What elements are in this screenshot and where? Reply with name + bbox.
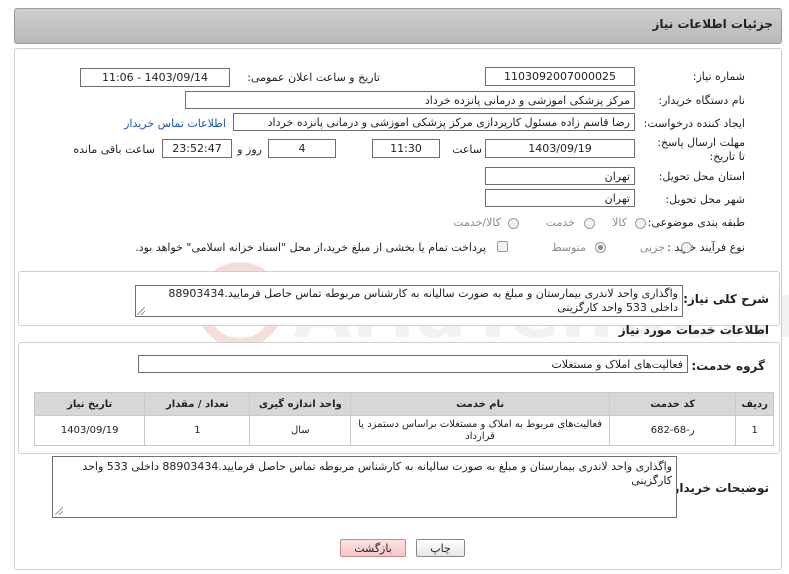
col-header-date: تاریخ نیاز xyxy=(33,392,146,416)
announce-datetime-field: 1403/09/14 - 11:06 xyxy=(80,68,230,87)
deadline-date-field: 1403/09/19 xyxy=(485,139,635,158)
summary-label: شرح کلی نیاز: xyxy=(683,292,769,306)
col-header-name: نام خدمت xyxy=(350,392,611,416)
province-field: تهران xyxy=(485,167,635,185)
payment-checkbox[interactable] xyxy=(497,241,508,252)
category-radio-goods[interactable] xyxy=(635,218,646,229)
services-table: ردیف کد خدمت نام خدمت واحد اندازه گیری ت… xyxy=(33,392,774,446)
announce-label: تاریخ و ساعت اعلان عمومی: xyxy=(247,71,380,84)
col-header-row: ردیف xyxy=(735,392,774,416)
col-header-code: کد خدمت xyxy=(609,392,737,416)
deadline-label: مهلت ارسال پاسخ: تا تاریخ: xyxy=(657,136,745,163)
need-number-field: 1103092007000025 xyxy=(485,67,635,86)
cell-unit: سال xyxy=(249,415,352,446)
creator-label: ایجاد کننده درخواست: xyxy=(643,117,745,130)
category-option-goods: کالا xyxy=(612,216,627,229)
province-label: استان محل تحویل: xyxy=(658,170,745,183)
table-row: 1 ر-68-682 فعالیت‌های مربوط به املاک و م… xyxy=(33,415,774,446)
process-label: نوع فرآیند خرید : xyxy=(667,241,745,254)
services-section-title: اطلاعات خدمات مورد نیاز xyxy=(618,323,769,337)
cell-quantity: 1 xyxy=(144,415,251,446)
service-group-label: گروه خدمت: xyxy=(691,359,765,373)
days-field: 4 xyxy=(268,139,336,158)
remaining-label: ساعت باقی مانده xyxy=(73,143,155,156)
city-field: تهران xyxy=(485,189,635,207)
payment-note: پرداخت تمام یا بخشی از مبلغ خرید،از محل … xyxy=(135,241,486,254)
deadline-time-label: ساعت xyxy=(452,143,482,156)
city-label: شهر محل تحویل: xyxy=(665,193,745,206)
buyer-notes-label: توضیحات خریدار: xyxy=(667,481,769,495)
process-radio-medium[interactable] xyxy=(595,242,606,253)
category-radio-goods-service[interactable] xyxy=(508,218,519,229)
category-label: طبقه بندی موضوعی: xyxy=(647,216,745,229)
deadline-time-field: 11:30 xyxy=(372,139,440,158)
buyer-notes-textarea[interactable]: واگذاری واحد لاندری بیمارستان و مبلغ به … xyxy=(52,456,677,518)
process-option-minor: جزیی xyxy=(639,241,665,254)
category-option-service: خدمت xyxy=(545,216,575,229)
summary-resize-handle[interactable] xyxy=(137,307,145,315)
buyer-notes-resize-handle[interactable] xyxy=(55,507,63,515)
summary-textarea[interactable]: واگذاری واحد لاندری بیمارستان و مبلغ به … xyxy=(135,285,683,317)
cell-row-number: 1 xyxy=(735,415,774,446)
services-table-header: ردیف کد خدمت نام خدمت واحد اندازه گیری ت… xyxy=(33,392,774,416)
creator-field: رضا قاسم زاده مسئول کارپردازی مرکز پزشکی… xyxy=(233,113,635,131)
days-label: روز و xyxy=(237,143,262,156)
col-header-unit: واحد اندازه گیری xyxy=(249,392,352,416)
cell-service-code: ر-68-682 xyxy=(609,415,737,446)
col-header-quantity: تعداد / مقدار xyxy=(144,392,251,416)
process-option-medium: متوسط xyxy=(551,241,586,254)
buyer-org-field: مرکز پزشکی اموزشی و درمانی پانزده خرداد xyxy=(185,91,635,109)
buyer-org-label: نام دستگاه خریدار: xyxy=(658,94,745,107)
page-title: جزئیات اطلاعات نیاز xyxy=(652,17,773,31)
category-option-goods-service: کالا/خدمت xyxy=(453,216,501,229)
print-button[interactable]: چاپ xyxy=(416,539,465,557)
buyer-contact-link[interactable]: اطلاعات تماس خریدار xyxy=(124,117,226,130)
back-button[interactable]: بازگشت xyxy=(340,539,406,557)
process-radio-minor[interactable] xyxy=(681,242,692,253)
cell-service-name: فعالیت‌های مربوط به املاک و مستغلات براس… xyxy=(350,415,611,446)
need-number-label: شماره نیاز: xyxy=(692,70,745,83)
service-group-field: فعالیت‌های املاک و مستغلات xyxy=(138,355,688,373)
cell-need-date: 1403/09/19 xyxy=(33,415,146,446)
remaining-time-field: 23:52:47 xyxy=(162,139,232,158)
category-radio-service[interactable] xyxy=(584,218,595,229)
